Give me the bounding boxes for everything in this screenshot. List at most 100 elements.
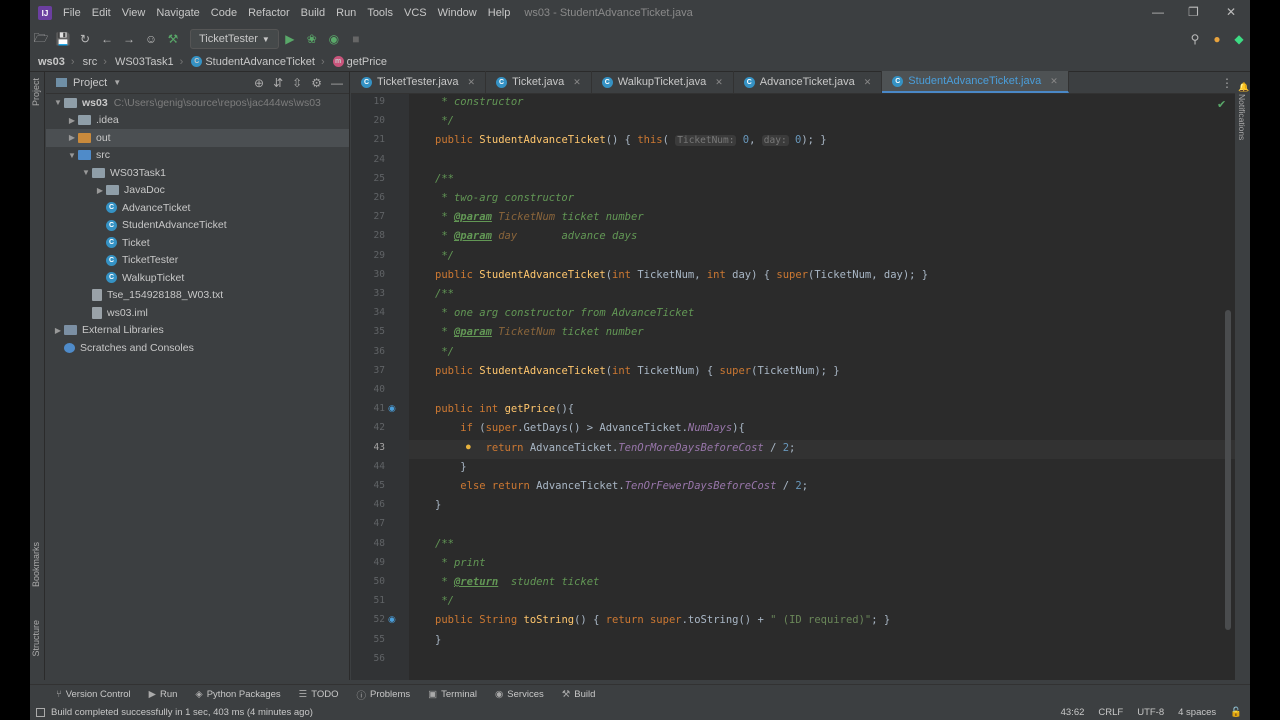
code-line[interactable]: */	[435, 250, 454, 262]
line-number[interactable]: 30	[351, 269, 385, 280]
locate-icon[interactable]: ⊕	[254, 76, 264, 90]
chevron-down-icon[interactable]: ▼	[113, 78, 121, 87]
code-line[interactable]: * one arg constructor from AdvanceTicket	[435, 307, 694, 319]
line-number[interactable]: 36	[351, 346, 385, 357]
project-tool-label[interactable]: Project	[31, 78, 41, 106]
menu-code[interactable]: Code	[211, 7, 237, 19]
file-encoding[interactable]: UTF-8	[1137, 707, 1164, 718]
breadcrumb-class[interactable]: StudentAdvanceTicket	[205, 56, 315, 68]
bookmarks-tool-label[interactable]: Bookmarks	[31, 542, 41, 587]
chevron-right-icon[interactable]: ▶	[66, 133, 78, 142]
line-number[interactable]: 27	[351, 211, 385, 222]
tree-item[interactable]: C Ticket	[46, 234, 349, 252]
editor-tab[interactable]: C TicketTester.java ✕	[351, 71, 487, 93]
chevron-down-icon[interactable]: ▼	[66, 151, 78, 160]
search-icon[interactable]: ⚲	[1184, 28, 1206, 50]
menu-window[interactable]: Window	[438, 7, 477, 19]
code-line[interactable]: */	[435, 595, 454, 607]
tree-item[interactable]: C TicketTester	[46, 252, 349, 270]
code-line[interactable]: public StudentAdvanceTicket() { this( Ti…	[435, 134, 827, 147]
forward-icon[interactable]: →	[118, 28, 140, 50]
notifications-icon[interactable]: 🔔	[1238, 82, 1249, 93]
chevron-right-icon[interactable]: ▶	[66, 116, 78, 125]
tool-window-button[interactable]: ▣ Terminal	[428, 689, 477, 700]
tree-item[interactable]: ▼ WS03Task1	[46, 164, 349, 182]
code-line[interactable]: public StudentAdvanceTicket(int TicketNu…	[435, 269, 928, 281]
tree-item[interactable]: ▶ JavaDoc	[46, 182, 349, 200]
line-number[interactable]: 26	[351, 192, 385, 203]
code-line[interactable]: }	[435, 634, 441, 646]
close-icon[interactable]: ✕	[1226, 5, 1236, 19]
tree-item[interactable]: ws03.iml	[46, 304, 349, 322]
line-number[interactable]: 34	[351, 307, 385, 318]
tree-item[interactable]: ▶ External Libraries	[46, 322, 349, 340]
code-line[interactable]: /**	[435, 538, 454, 550]
chevron-down-icon[interactable]: ▼	[80, 168, 92, 177]
editor-tab[interactable]: C WalkupTicket.java ✕	[592, 71, 734, 93]
collapse-all-icon[interactable]: ⇳	[292, 76, 302, 90]
line-number[interactable]: 40	[351, 384, 385, 395]
code-line[interactable]: * @param day advance days	[435, 230, 637, 242]
tool-window-button[interactable]: ⚒ Build	[562, 689, 596, 700]
code-line[interactable]: else return AdvanceTicket.TenOrFewerDays…	[435, 480, 808, 492]
code-line[interactable]: * print	[435, 557, 485, 569]
line-number[interactable]: 25	[351, 173, 385, 184]
back-icon[interactable]: ←	[96, 28, 118, 50]
breadcrumb-package[interactable]: WS03Task1	[115, 56, 174, 68]
structure-tool-label[interactable]: Structure	[31, 620, 41, 657]
close-tab-icon[interactable]: ✕	[715, 77, 723, 88]
tree-item[interactable]: Scratches and Consoles	[46, 339, 349, 357]
save-icon[interactable]: 💾	[52, 28, 74, 50]
line-number[interactable]: 52	[351, 614, 385, 625]
line-number[interactable]: 41	[351, 403, 385, 414]
caret-position[interactable]: 43:62	[1061, 707, 1085, 718]
line-number[interactable]: 33	[351, 288, 385, 299]
override-marker-icon[interactable]: ◉	[388, 614, 396, 625]
minimize-icon[interactable]: —	[1152, 5, 1164, 19]
line-number[interactable]: 43	[351, 442, 385, 453]
code-area[interactable]: * constructor */ public StudentAdvanceTic…	[409, 94, 1235, 680]
breadcrumb-src[interactable]: src	[83, 56, 98, 68]
close-tab-icon[interactable]: ✕	[573, 77, 581, 88]
close-tab-icon[interactable]: ✕	[864, 77, 872, 88]
tree-item[interactable]: Tse_154928188_W03.txt	[46, 287, 349, 305]
menu-edit[interactable]: Edit	[92, 7, 111, 19]
tree-item[interactable]: C AdvanceTicket	[46, 199, 349, 217]
tree-item[interactable]: ▶ .idea	[46, 112, 349, 130]
line-number[interactable]: 48	[351, 538, 385, 549]
line-number[interactable]: 24	[351, 154, 385, 165]
code-line[interactable]: }	[435, 499, 441, 511]
tool-window-button[interactable]: ◈ Python Packages	[195, 689, 280, 700]
tree-item[interactable]: ▶ out	[46, 129, 349, 147]
line-number[interactable]: 56	[351, 653, 385, 664]
line-number[interactable]: 45	[351, 480, 385, 491]
tool-window-button[interactable]: ⑂ Version Control	[56, 689, 131, 700]
code-line[interactable]: * constructor	[435, 96, 523, 108]
code-line[interactable]: * @return student ticket	[435, 576, 599, 588]
line-number[interactable]: 35	[351, 326, 385, 337]
menu-vcs[interactable]: VCS	[404, 7, 427, 19]
code-line[interactable]: * @param TicketNum ticket number	[435, 211, 643, 223]
expand-all-icon[interactable]: ⇵	[273, 76, 283, 90]
close-tab-icon[interactable]: ✕	[1050, 76, 1058, 87]
code-line[interactable]: return AdvanceTicket.TenOrMoreDaysBefore…	[435, 442, 796, 454]
line-number[interactable]: 50	[351, 576, 385, 587]
menu-run[interactable]: Run	[336, 7, 356, 19]
jetbrains-logo-icon[interactable]: ◆	[1228, 28, 1250, 50]
tree-item[interactable]: C WalkupTicket	[46, 269, 349, 287]
run-config-dropdown[interactable]: TicketTester ▼	[190, 29, 279, 49]
debug-icon[interactable]: ❀	[301, 28, 323, 50]
code-line[interactable]: public String toString() { return super.…	[435, 614, 890, 626]
line-number[interactable]: 44	[351, 461, 385, 472]
line-number[interactable]: 46	[351, 499, 385, 510]
code-line[interactable]: /**	[435, 288, 454, 300]
editor-tab[interactable]: C Ticket.java ✕	[486, 71, 592, 93]
project-panel-title[interactable]: Project	[73, 77, 107, 89]
build-hammer-icon[interactable]: ⚒	[162, 28, 184, 50]
menu-navigate[interactable]: Navigate	[156, 7, 199, 19]
open-folder-icon[interactable]: 🗁	[30, 28, 52, 50]
code-line[interactable]: }	[435, 461, 466, 473]
line-number[interactable]: 19	[351, 96, 385, 107]
more-tabs-icon[interactable]: ⋮	[1221, 76, 1233, 90]
line-number[interactable]: 21	[351, 134, 385, 145]
